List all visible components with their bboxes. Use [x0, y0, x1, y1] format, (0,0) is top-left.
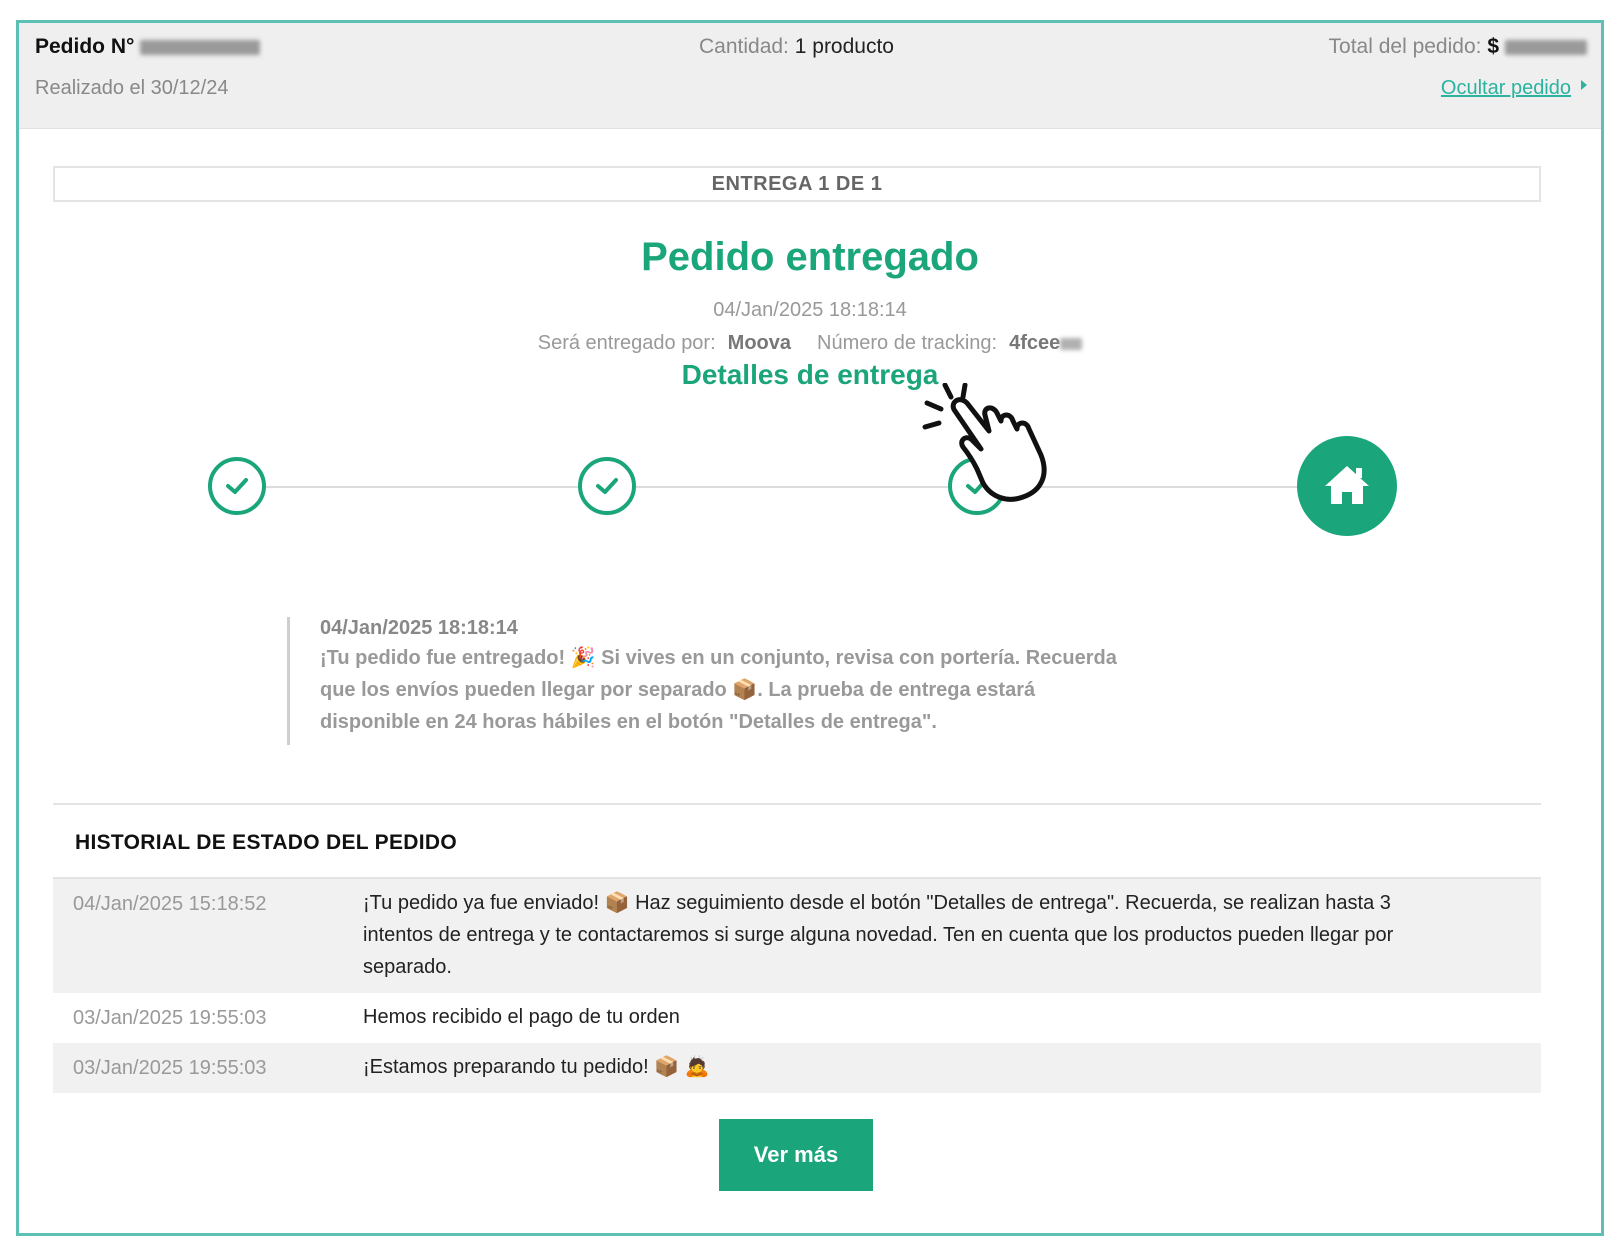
see-more-button[interactable]: Ver más [719, 1119, 873, 1191]
quantity-value: 1 producto [794, 35, 894, 58]
latest-event-message: ¡Tu pedido fue entregado! 🎉 Si vives en … [320, 642, 1297, 738]
order-header: Pedido N° Realizado el 30/12/24 Cantidad… [19, 23, 1601, 129]
order-summary: Total del pedido: $ Ocultar pedido [1329, 35, 1587, 100]
delivery-counter: ENTREGA 1 DE 1 [53, 166, 1541, 202]
caret-right-icon [1581, 80, 1587, 90]
order-card: Pedido N° Realizado el 30/12/24 Cantidad… [16, 20, 1604, 1236]
pointer-hand-icon [922, 383, 1047, 502]
latest-event-line-2: que los envíos pueden llegar por separad… [320, 679, 1036, 701]
carrier-info: Será entregado por: Moova Número de tracki… [19, 332, 1601, 355]
history-row-message: ¡Estamos preparando tu pedido! 📦 🙇 [363, 1056, 710, 1078]
history-row-message: ¡Tu pedido ya fue enviado! 📦 Haz seguimi… [363, 892, 1394, 978]
order-number: Pedido N° [35, 35, 261, 59]
tracking-redacted [1060, 337, 1083, 350]
order-number-redacted [140, 39, 261, 55]
tracking-number: 4fcee [1009, 332, 1061, 354]
progress-step-1 [208, 457, 266, 515]
carrier-label: Será entregado por: [537, 332, 716, 354]
section-divider [53, 803, 1541, 805]
history-row-date: 03/Jan/2025 19:55:03 [73, 1057, 267, 1079]
order-total: Total del pedido: $ [1329, 35, 1587, 59]
latest-event-datetime: 04/Jan/2025 18:18:14 [320, 617, 518, 639]
carrier-name: Moova [727, 332, 791, 354]
history-table: 04/Jan/2025 15:18:52 ¡Tu pedido ya fue e… [53, 877, 1541, 1093]
quantity-label: Cantidad: [699, 35, 789, 58]
delivery-status-title: Pedido entregado [641, 235, 979, 279]
hide-order-link[interactable]: Ocultar pedido [1441, 77, 1587, 100]
history-row-date: 04/Jan/2025 15:18:52 [73, 893, 267, 915]
hide-order-label: Ocultar pedido [1440, 77, 1571, 99]
order-info: Pedido N° Realizado el 30/12/24 [35, 35, 261, 100]
tracking-label: Número de tracking: [817, 332, 998, 354]
order-placed-date: Realizado el 30/12/24 [35, 77, 229, 99]
table-row: 03/Jan/2025 19:55:03 ¡Estamos preparando… [53, 1043, 1541, 1093]
latest-event: 04/Jan/2025 18:18:14 ¡Tu pedido fue entr… [287, 617, 1297, 745]
total-label: Total del pedido: [1328, 35, 1482, 58]
latest-event-line-3: disponible en 24 horas hábiles en el bot… [320, 711, 937, 733]
order-number-label: Pedido N° [35, 35, 135, 58]
check-icon [226, 478, 248, 494]
delivery-status-datetime: 04/Jan/2025 18:18:14 [713, 299, 907, 321]
check-icon [596, 478, 618, 494]
latest-event-line-1: ¡Tu pedido fue entregado! 🎉 Si vives en … [320, 647, 1117, 669]
progress-step-4 [1297, 436, 1397, 536]
table-row: 04/Jan/2025 15:18:52 ¡Tu pedido ya fue e… [53, 879, 1541, 993]
history-row-date: 03/Jan/2025 19:55:03 [73, 1007, 267, 1029]
progress-track [241, 486, 1349, 488]
history-title: HISTORIAL DE ESTADO DEL PEDIDO [75, 831, 457, 854]
order-quantity: Cantidad: 1 producto [699, 35, 894, 59]
delivery-details-link[interactable]: Detalles de entrega [19, 359, 1601, 391]
total-currency: $ [1487, 35, 1499, 58]
table-row: 03/Jan/2025 19:55:03 Hemos recibido el p… [53, 993, 1541, 1043]
history-row-message: Hemos recibido el pago de tu orden [363, 1006, 680, 1028]
progress-step-2 [578, 457, 636, 515]
home-icon [1325, 466, 1369, 504]
total-redacted [1505, 39, 1587, 55]
